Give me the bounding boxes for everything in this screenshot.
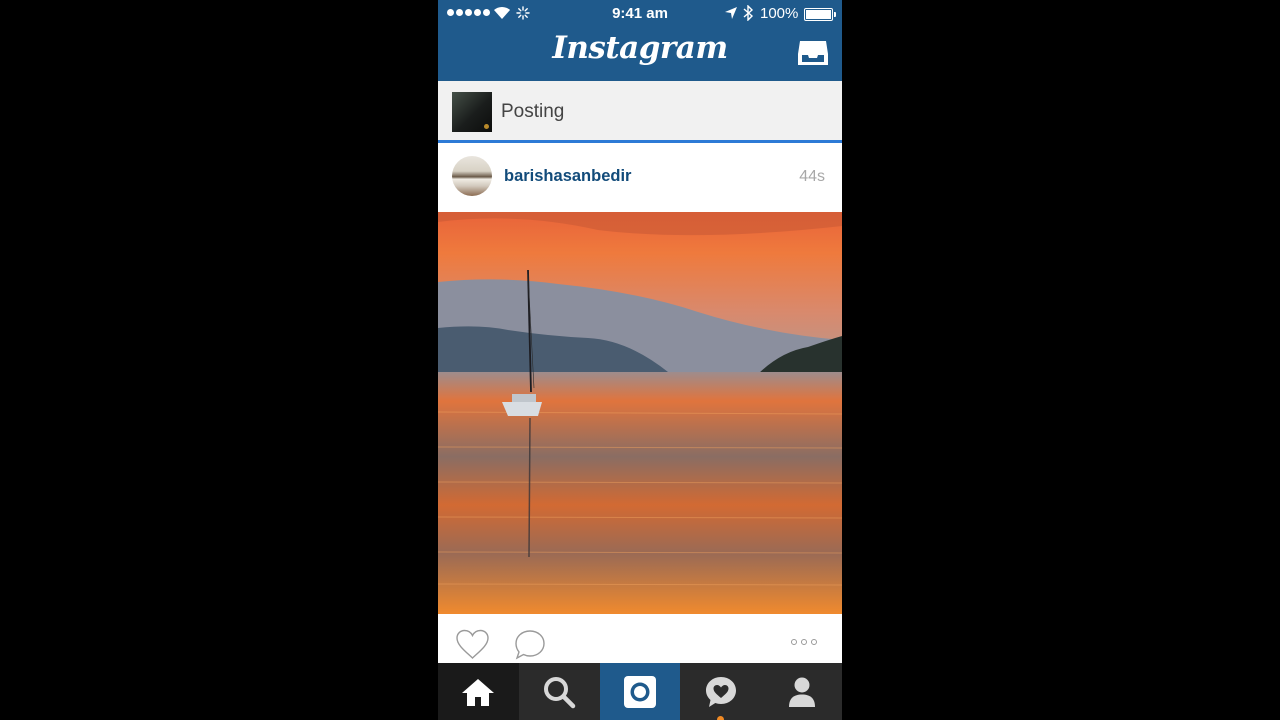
like-button[interactable]	[455, 629, 490, 660]
battery-level	[806, 10, 831, 19]
search-icon	[544, 676, 576, 708]
post-photo[interactable]	[438, 212, 842, 614]
uploading-thumbnail	[452, 92, 492, 132]
post-username[interactable]: barishasanbedir	[504, 167, 631, 186]
heart-icon	[456, 629, 489, 659]
status-bar: 9:41 am 100%	[438, 0, 842, 28]
comment-button[interactable]	[514, 629, 546, 661]
tab-search[interactable]	[519, 663, 600, 720]
comment-icon	[515, 630, 545, 660]
post-actions	[438, 614, 842, 663]
more-icon	[791, 639, 797, 645]
inbox-icon	[798, 41, 828, 65]
instagram-logo: Instagram	[552, 30, 728, 66]
camera-icon	[623, 675, 656, 708]
post-timestamp: 44s	[799, 168, 825, 185]
inbox-button[interactable]	[796, 38, 830, 68]
activity-icon	[705, 676, 736, 707]
tab-home[interactable]	[438, 663, 519, 720]
tab-activity[interactable]	[680, 663, 761, 720]
avatar[interactable]	[452, 156, 492, 196]
post-header: barishasanbedir 44s	[438, 143, 842, 212]
upload-status-bar: Posting	[438, 81, 842, 140]
bluetooth-icon	[743, 5, 754, 21]
profile-icon	[788, 677, 815, 707]
battery-icon	[804, 8, 836, 21]
battery-percentage: 100%	[760, 5, 799, 22]
tab-camera[interactable]	[599, 663, 681, 720]
location-arrow-icon	[725, 7, 737, 19]
phone-screen: 9:41 am 100% Instagram Posting barishasa…	[438, 0, 842, 720]
tab-bar	[438, 663, 842, 720]
notification-dot	[717, 716, 725, 720]
more-options-button[interactable]	[791, 639, 823, 649]
app-header: 9:41 am 100% Instagram	[438, 0, 842, 81]
posting-label: Posting	[501, 101, 565, 122]
home-icon	[462, 678, 495, 706]
tab-profile[interactable]	[761, 663, 842, 720]
